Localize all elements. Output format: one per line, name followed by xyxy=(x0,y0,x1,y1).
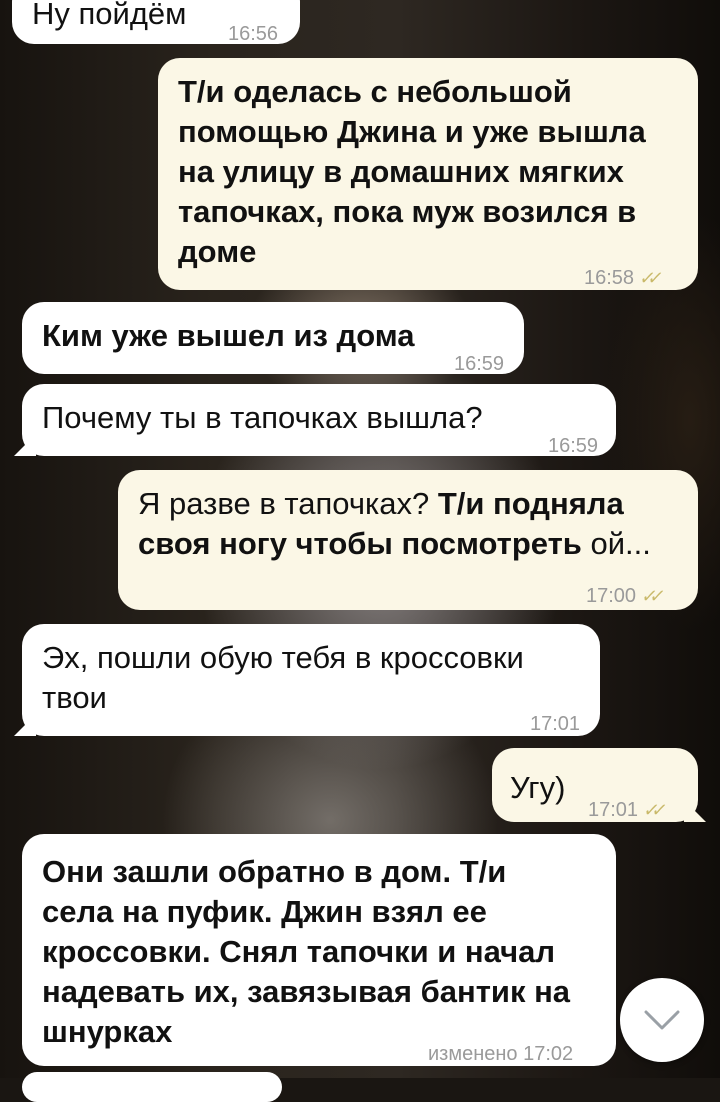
message-time: 16:59 xyxy=(548,435,599,457)
message-text: Они зашли обратно в дом. Т/и села на пуф… xyxy=(42,854,579,1049)
message-text: Эх, пошли обую тебя в кроссовки твои xyxy=(42,640,533,715)
message-bubble-outgoing[interactable]: Я разве в тапочках? Т/и подняла своя ног… xyxy=(118,470,698,610)
message-bubble-incoming[interactable]: Ким уже вышел из дома 16:59 xyxy=(22,302,524,375)
message-text: Ким уже вышел из дома xyxy=(42,318,415,353)
message-text-part: ой... xyxy=(581,526,651,561)
message-bubble-incoming[interactable]: Они зашли обратно в дом. Т/и села на пуф… xyxy=(22,834,616,1066)
message-text: Ну пойдём xyxy=(32,0,187,31)
message-status: 17:00 ✓✓ xyxy=(586,576,660,616)
message-time: 17:01 xyxy=(588,799,639,821)
message-time: 17:00 xyxy=(586,585,637,607)
message-time: 16:58 xyxy=(584,267,635,289)
message-time: изменено 17:02 xyxy=(428,1043,574,1065)
message-status: 16:58 ✓✓ xyxy=(584,258,658,298)
message-bubble-incoming[interactable] xyxy=(22,1072,282,1102)
message-text: Т/и оделась с небольшой помощью Джина и … xyxy=(178,74,655,269)
message-status: 17:01 ✓✓ xyxy=(588,790,662,830)
message-text: Почему ты в тапочках вышла? xyxy=(42,400,483,435)
scroll-down-button[interactable] xyxy=(620,978,704,1062)
message-bubble-incoming[interactable]: Эх, пошли обую тебя в кроссовки твои 17:… xyxy=(14,624,600,736)
message-time: 16:56 xyxy=(228,23,279,45)
chevron-down-icon xyxy=(644,1010,680,1030)
message-time: 16:59 xyxy=(454,353,505,375)
message-bubble-outgoing[interactable]: Т/и оделась с небольшой помощью Джина и … xyxy=(158,58,698,290)
message-text: Угу) xyxy=(510,770,566,805)
message-text-part: Я разве в тапочках? xyxy=(138,486,438,521)
message-bubble-incoming[interactable]: Почему ты в тапочках вышла? 16:59 xyxy=(14,384,616,457)
message-time: 17:01 xyxy=(530,713,581,735)
message-bubble-incoming[interactable]: Ну пойдём 16:56 xyxy=(12,0,300,45)
message-bubble-outgoing[interactable]: Угу) 17:01 ✓✓ xyxy=(492,748,706,822)
